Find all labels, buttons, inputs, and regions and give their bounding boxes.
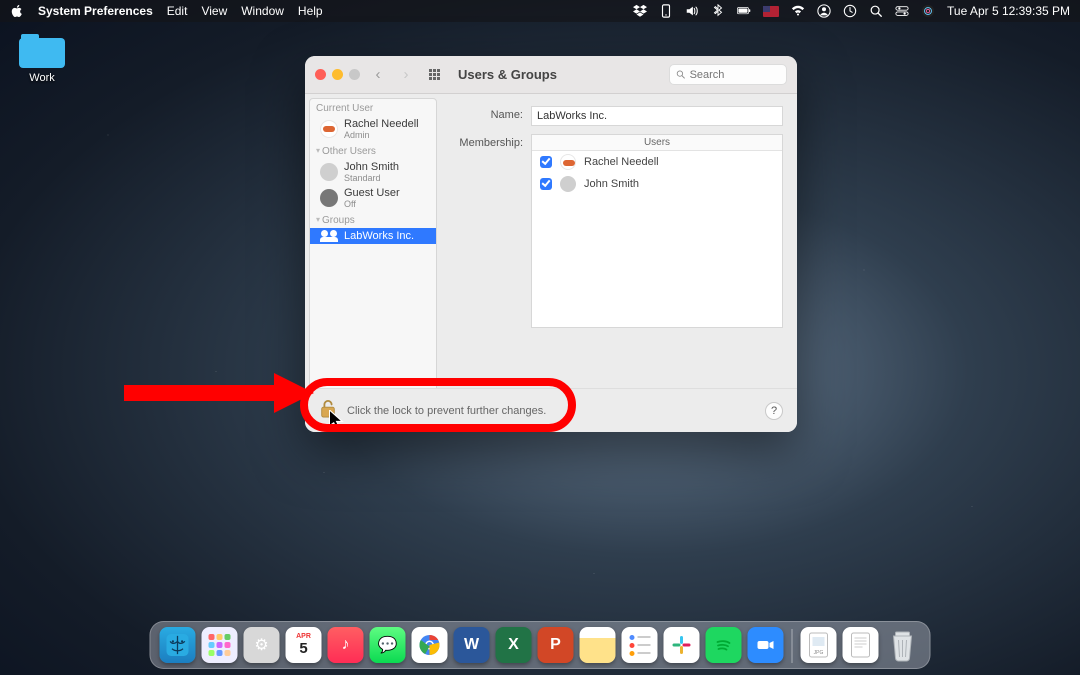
dock-app-zoom[interactable] [748,627,784,663]
sidebar-user-guest[interactable]: Guest User Off [310,185,436,211]
dock-app-powerpoint[interactable]: P [538,627,574,663]
checkbox-icon[interactable] [540,178,552,190]
sidebar-header-other-users[interactable]: Other Users [310,142,436,159]
show-all-button[interactable] [424,65,444,85]
membership-label: Membership: [451,134,523,149]
member-name: Rachel Needell [584,156,659,168]
dock-app-slack[interactable] [664,627,700,663]
dock-app-messages[interactable]: 💬 [370,627,406,663]
name-label: Name: [451,106,523,121]
folder-icon [19,34,65,68]
users-and-groups-window: ‹ › Users & Groups Current User Rachel N… [305,56,797,432]
cursor-icon [329,410,347,430]
close-button[interactable] [315,69,326,80]
dropbox-icon[interactable] [633,4,647,18]
sidebar-user-john[interactable]: John Smith Standard [310,159,436,185]
dock-file-text[interactable] [843,627,879,663]
clock-datetime[interactable]: Tue Apr 5 12:39:35 PM [947,4,1070,18]
annotation-arrow-icon [114,368,314,428]
membership-table: Users Rachel Needell John Smith [531,134,783,328]
sidebar-header-groups[interactable]: Groups [310,211,436,228]
dock-app-chrome[interactable] [412,627,448,663]
lock-row: Click the lock to prevent further change… [305,388,797,432]
dock-separator [792,629,793,663]
search-input[interactable] [690,69,780,81]
volume-icon[interactable] [685,4,699,18]
device-icon[interactable] [659,4,673,18]
membership-column-header: Users [532,135,782,151]
menu-help[interactable]: Help [298,4,323,18]
forward-button[interactable]: › [396,65,416,85]
sidebar-header-current-user: Current User [310,99,436,116]
dock: ⚙︎ APR5 ♪ 💬 W X P JPG [150,621,931,669]
clock-icon[interactable] [843,4,857,18]
svg-text:JPG: JPG [814,650,824,656]
dock-app-reminders[interactable] [622,627,658,663]
dock-app-excel[interactable]: X [496,627,532,663]
back-button[interactable]: ‹ [368,65,388,85]
dock-app-music[interactable]: ♪ [328,627,364,663]
avatar-icon [320,163,338,181]
apple-menu-icon[interactable] [10,4,24,18]
user-name: Guest User [344,187,400,199]
group-name: LabWorks Inc. [344,230,414,242]
member-row[interactable]: Rachel Needell [532,151,782,173]
spotlight-icon[interactable] [869,4,883,18]
zoom-button[interactable] [349,69,360,80]
lock-button[interactable] [319,399,337,422]
user-name: Rachel Needell [344,118,419,130]
dock-app-finder[interactable] [160,627,196,663]
dock-trash[interactable] [885,627,921,663]
bluetooth-icon[interactable] [711,4,725,18]
group-icon [320,230,338,242]
user-name: John Smith [344,161,399,173]
desktop-folder-work[interactable]: Work [12,34,72,84]
avatar-icon [320,189,338,207]
dock-app-word[interactable]: W [454,627,490,663]
menu-view[interactable]: View [201,4,227,18]
siri-icon[interactable] [921,4,935,18]
users-sidebar: Current User Rachel Needell Admin Other … [309,98,437,428]
dock-app-notes[interactable] [580,627,616,663]
checkbox-icon[interactable] [540,156,552,168]
menu-edit[interactable]: Edit [167,4,188,18]
user-role: Off [344,199,400,209]
window-title: Users & Groups [458,67,557,82]
dock-app-spotify[interactable] [706,627,742,663]
help-button[interactable]: ? [765,402,783,420]
control-center-icon[interactable] [895,4,909,18]
group-name-input[interactable] [531,106,783,126]
member-row[interactable]: John Smith [532,173,782,195]
user-role: Standard [344,173,399,183]
menu-window[interactable]: Window [241,4,284,18]
dock-app-launchpad[interactable] [202,627,238,663]
window-traffic-lights [315,69,360,80]
sidebar-current-user[interactable]: Rachel Needell Admin [310,116,436,142]
dock-file-jpg[interactable]: JPG [801,627,837,663]
battery-icon[interactable] [737,4,751,18]
lock-message: Click the lock to prevent further change… [347,405,546,417]
search-field[interactable] [669,64,787,85]
sidebar-group-labworks[interactable]: LabWorks Inc. [310,228,436,244]
desktop-folder-label: Work [12,72,72,84]
dock-app-calendar[interactable]: APR5 [286,627,322,663]
search-icon [676,69,686,80]
avatar-icon [560,154,576,170]
user-role: Admin [344,130,419,140]
dock-app-settings[interactable]: ⚙︎ [244,627,280,663]
group-detail-panel: Name: Membership: Users Rachel Needell J… [437,94,797,432]
user-icon[interactable] [817,4,831,18]
window-titlebar: ‹ › Users & Groups [305,56,797,94]
member-name: John Smith [584,178,639,190]
wifi-icon[interactable] [791,4,805,18]
input-source-flag-icon[interactable] [763,6,779,17]
avatar-icon [320,120,338,138]
minimize-button[interactable] [332,69,343,80]
avatar-icon [560,176,576,192]
app-name[interactable]: System Preferences [38,4,153,18]
menubar: System Preferences Edit View Window Help… [0,0,1080,22]
